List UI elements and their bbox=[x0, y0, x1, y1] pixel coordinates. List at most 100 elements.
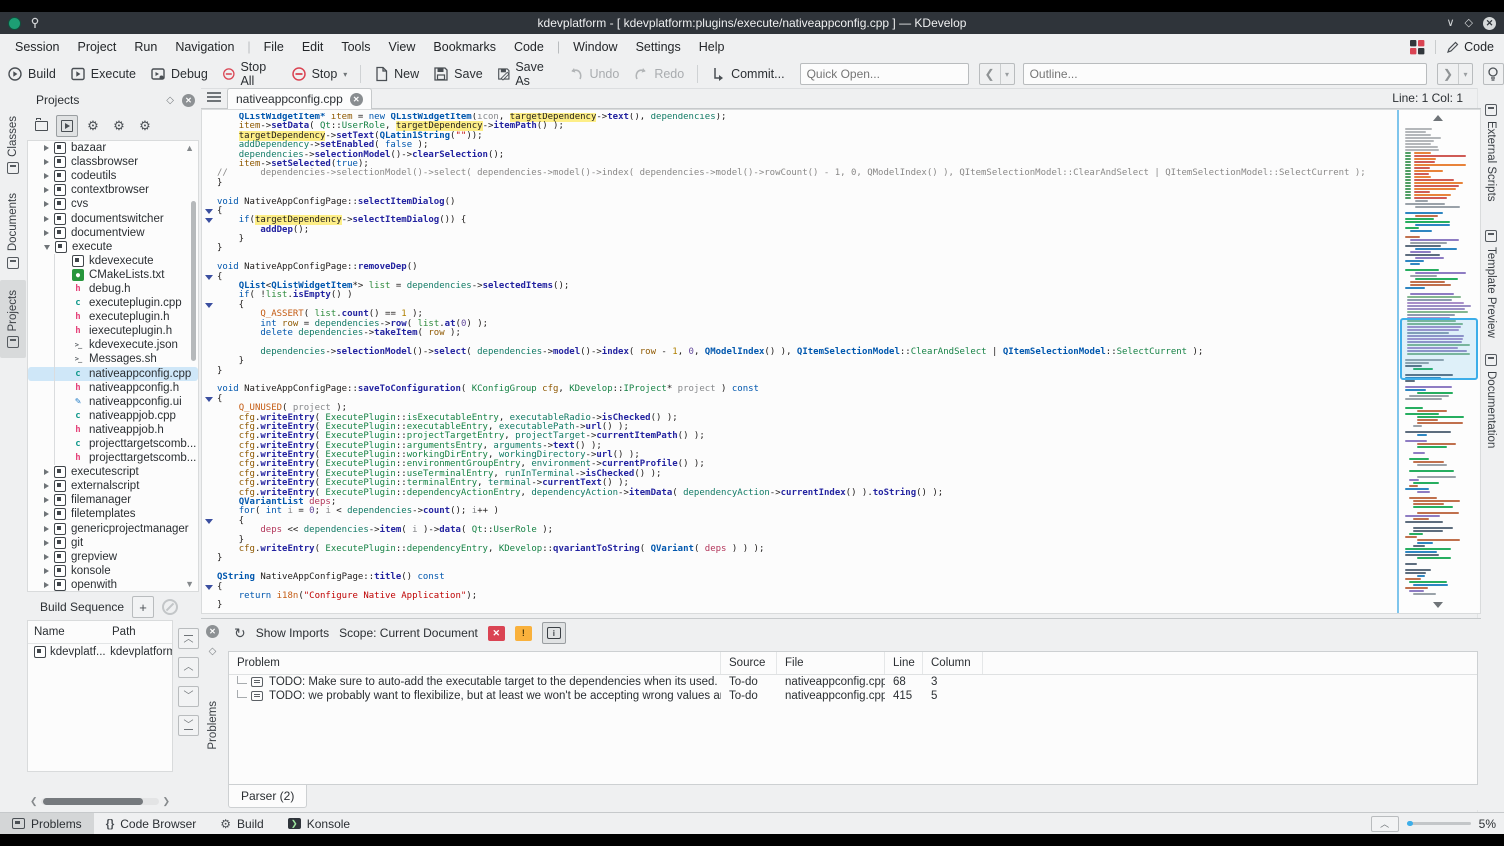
menu-run[interactable]: Run bbox=[125, 37, 166, 57]
tree-item-kdevexecute[interactable]: kdevexecute bbox=[28, 253, 198, 268]
code-line[interactable]: addDep(); bbox=[217, 225, 1399, 235]
tree-item-git[interactable]: git bbox=[28, 536, 198, 550]
column-header-problem[interactable]: Problem bbox=[229, 652, 721, 674]
document-list-icon[interactable] bbox=[207, 92, 221, 104]
collapsed-expander-icon[interactable] bbox=[44, 539, 49, 546]
code-line[interactable]: void NativeAppConfigPage::removeDep() bbox=[217, 263, 1399, 272]
tree-item-nativeappjob-cpp[interactable]: c nativeappjob.cpp bbox=[28, 408, 198, 423]
build-selection-button[interactable] bbox=[56, 115, 78, 137]
build-button[interactable]: Build bbox=[0, 63, 63, 85]
pin-icon[interactable] bbox=[29, 17, 41, 29]
fold-marker-icon[interactable] bbox=[205, 303, 213, 308]
tree-item-bazaar[interactable]: bazaar bbox=[28, 141, 198, 155]
tab-close-icon[interactable]: ✕ bbox=[349, 92, 363, 106]
outline-input[interactable] bbox=[1022, 63, 1427, 85]
code-line[interactable]: if( !list.isEmpty() ) bbox=[217, 291, 1399, 300]
menu-bookmarks[interactable]: Bookmarks bbox=[424, 37, 505, 57]
code-line[interactable]: return i18n("Configure Native Applicatio… bbox=[217, 591, 1399, 601]
area-code-button[interactable]: Code bbox=[1446, 40, 1494, 54]
collapsed-expander-icon[interactable] bbox=[44, 173, 49, 180]
sidebar-tab-external-scripts[interactable]: External Scripts bbox=[1478, 104, 1504, 204]
tree-item-nativeappconfig-cpp[interactable]: c nativeappconfig.cpp bbox=[28, 366, 198, 381]
menu-navigation[interactable]: Navigation bbox=[166, 37, 243, 57]
scope-dropdown[interactable]: Scope: Current Document bbox=[339, 626, 478, 640]
close-problems-icon[interactable]: ✕ bbox=[206, 625, 219, 638]
menu-edit[interactable]: Edit bbox=[293, 37, 333, 57]
column-header-file[interactable]: File bbox=[777, 652, 885, 674]
tree-item-documentswitcher[interactable]: documentswitcher bbox=[28, 211, 198, 225]
tree-item-projecttargetscomb-[interactable]: h projecttargetscomb... bbox=[28, 451, 198, 466]
quick-open-input[interactable] bbox=[799, 63, 969, 85]
tree-item-nativeappjob-h[interactable]: h nativeappjob.h bbox=[28, 422, 198, 438]
code-editor[interactable]: QListWidgetItem* item = new QListWidgetI… bbox=[201, 109, 1481, 614]
debug-button[interactable]: Debug bbox=[143, 63, 215, 85]
code-line[interactable]: void NativeAppConfigPage::selectItemDial… bbox=[217, 197, 1399, 207]
collapsed-expander-icon[interactable] bbox=[44, 497, 49, 504]
parser-tab[interactable]: Parser (2) bbox=[228, 785, 308, 808]
code-line[interactable]: delete dependencies->takeItem( row ); bbox=[217, 328, 1399, 338]
rebuild-button[interactable]: ⚙ bbox=[108, 115, 130, 137]
menu-session[interactable]: Session bbox=[6, 37, 68, 57]
code-view[interactable]: QListWidgetItem* item = new QListWidgetI… bbox=[217, 113, 1399, 611]
sidebar-tab-projects[interactable]: Projects bbox=[0, 280, 26, 358]
sidebar-tab-documents[interactable]: Documents bbox=[0, 188, 26, 274]
statusbar-problems-button[interactable]: Problems bbox=[0, 813, 94, 834]
tree-item-genericprojectmanager[interactable]: genericprojectmanager bbox=[28, 522, 198, 536]
tree-item-execute[interactable]: execute bbox=[28, 240, 198, 254]
commit-button[interactable]: Commit... bbox=[704, 63, 791, 85]
tree-item-documentview[interactable]: documentview bbox=[28, 226, 198, 240]
tree-scrollbar[interactable] bbox=[191, 201, 196, 361]
fold-marker-icon[interactable] bbox=[205, 218, 213, 224]
collapsed-expander-icon[interactable] bbox=[44, 581, 49, 588]
menu-code[interactable]: Code bbox=[505, 37, 553, 57]
tree-item-contextbrowser[interactable]: contextbrowser bbox=[28, 183, 198, 197]
code-line[interactable]: cfg.writeEntry( ExecutePlugin::dependenc… bbox=[217, 544, 1399, 554]
sidebar-tab-documentation[interactable]: Documentation bbox=[1478, 354, 1504, 460]
problem-row[interactable]: TODO: we probably want to flexibilize, b… bbox=[229, 689, 1477, 703]
code-line[interactable]: dependencies->selectionModel()->select( … bbox=[217, 347, 1399, 357]
code-line[interactable]: } bbox=[217, 366, 1399, 376]
collapsed-expander-icon[interactable] bbox=[44, 483, 49, 490]
code-line[interactable]: } bbox=[217, 554, 1399, 563]
collapsed-expander-icon[interactable] bbox=[44, 553, 49, 560]
collapsed-expander-icon[interactable] bbox=[44, 229, 49, 236]
tree-item-kdevexecute-json[interactable]: >_ kdevexecute.json bbox=[28, 338, 198, 353]
tree-item-debug-h[interactable]: h debug.h bbox=[28, 281, 198, 297]
code-line[interactable]: } bbox=[217, 356, 1399, 366]
area-switcher-icon[interactable] bbox=[1410, 39, 1425, 55]
float-problems-icon[interactable]: ◇ bbox=[209, 646, 217, 657]
code-line[interactable]: cfg.writeEntry( ExecutePlugin::dependenc… bbox=[217, 488, 1399, 498]
scroll-down-icon[interactable] bbox=[1433, 602, 1443, 608]
fold-margin[interactable] bbox=[202, 110, 216, 613]
statusbar-build-button[interactable]: ⚙ Build bbox=[208, 813, 275, 834]
forward-button[interactable]: ❯ ▾ bbox=[1436, 63, 1473, 85]
tree-item-cvs[interactable]: cvs bbox=[28, 197, 198, 211]
errors-filter-icon[interactable]: ✕ bbox=[487, 625, 505, 641]
tree-item-externalscript[interactable]: externalscript bbox=[28, 479, 198, 493]
fold-marker-icon[interactable] bbox=[205, 209, 213, 214]
minimize-button[interactable]: ∨ bbox=[1446, 17, 1454, 29]
zoom-slider[interactable] bbox=[1406, 821, 1471, 826]
minimap-viewport[interactable] bbox=[1400, 318, 1478, 380]
redo-button[interactable]: Redo bbox=[626, 63, 691, 85]
statusbar-code-browser-button[interactable]: {} Code Browser bbox=[94, 813, 209, 834]
tree-item-konsole[interactable]: konsole bbox=[28, 564, 198, 578]
code-line[interactable]: } bbox=[217, 234, 1399, 244]
titlebar[interactable]: kdevplatform - [ kdevplatform:plugins/ex… bbox=[0, 12, 1504, 34]
menu-file[interactable]: File bbox=[255, 37, 293, 57]
stop-dropdown-icon[interactable]: ▾ bbox=[343, 70, 347, 79]
collapsed-expander-icon[interactable] bbox=[44, 145, 49, 152]
stop-all-button[interactable]: Stop All bbox=[215, 57, 284, 91]
tree-item-openwith[interactable]: openwith bbox=[28, 578, 198, 591]
collapsed-expander-icon[interactable] bbox=[44, 567, 49, 574]
tree-item-nativeappconfig-h[interactable]: h nativeappconfig.h bbox=[28, 380, 198, 395]
code-line[interactable]: } bbox=[217, 244, 1399, 253]
code-line[interactable]: { bbox=[217, 394, 1399, 404]
code-line[interactable]: // dependencies->selectionModel()->selec… bbox=[217, 169, 1399, 178]
collapsed-expander-icon[interactable] bbox=[44, 215, 49, 222]
menu-project[interactable]: Project bbox=[68, 37, 125, 57]
save-button[interactable]: Save bbox=[426, 63, 490, 85]
tree-item-executescript[interactable]: executescript bbox=[28, 465, 198, 479]
configure-button[interactable]: ⚙ bbox=[82, 115, 104, 137]
back-dropdown-icon[interactable]: ▾ bbox=[999, 64, 1014, 84]
